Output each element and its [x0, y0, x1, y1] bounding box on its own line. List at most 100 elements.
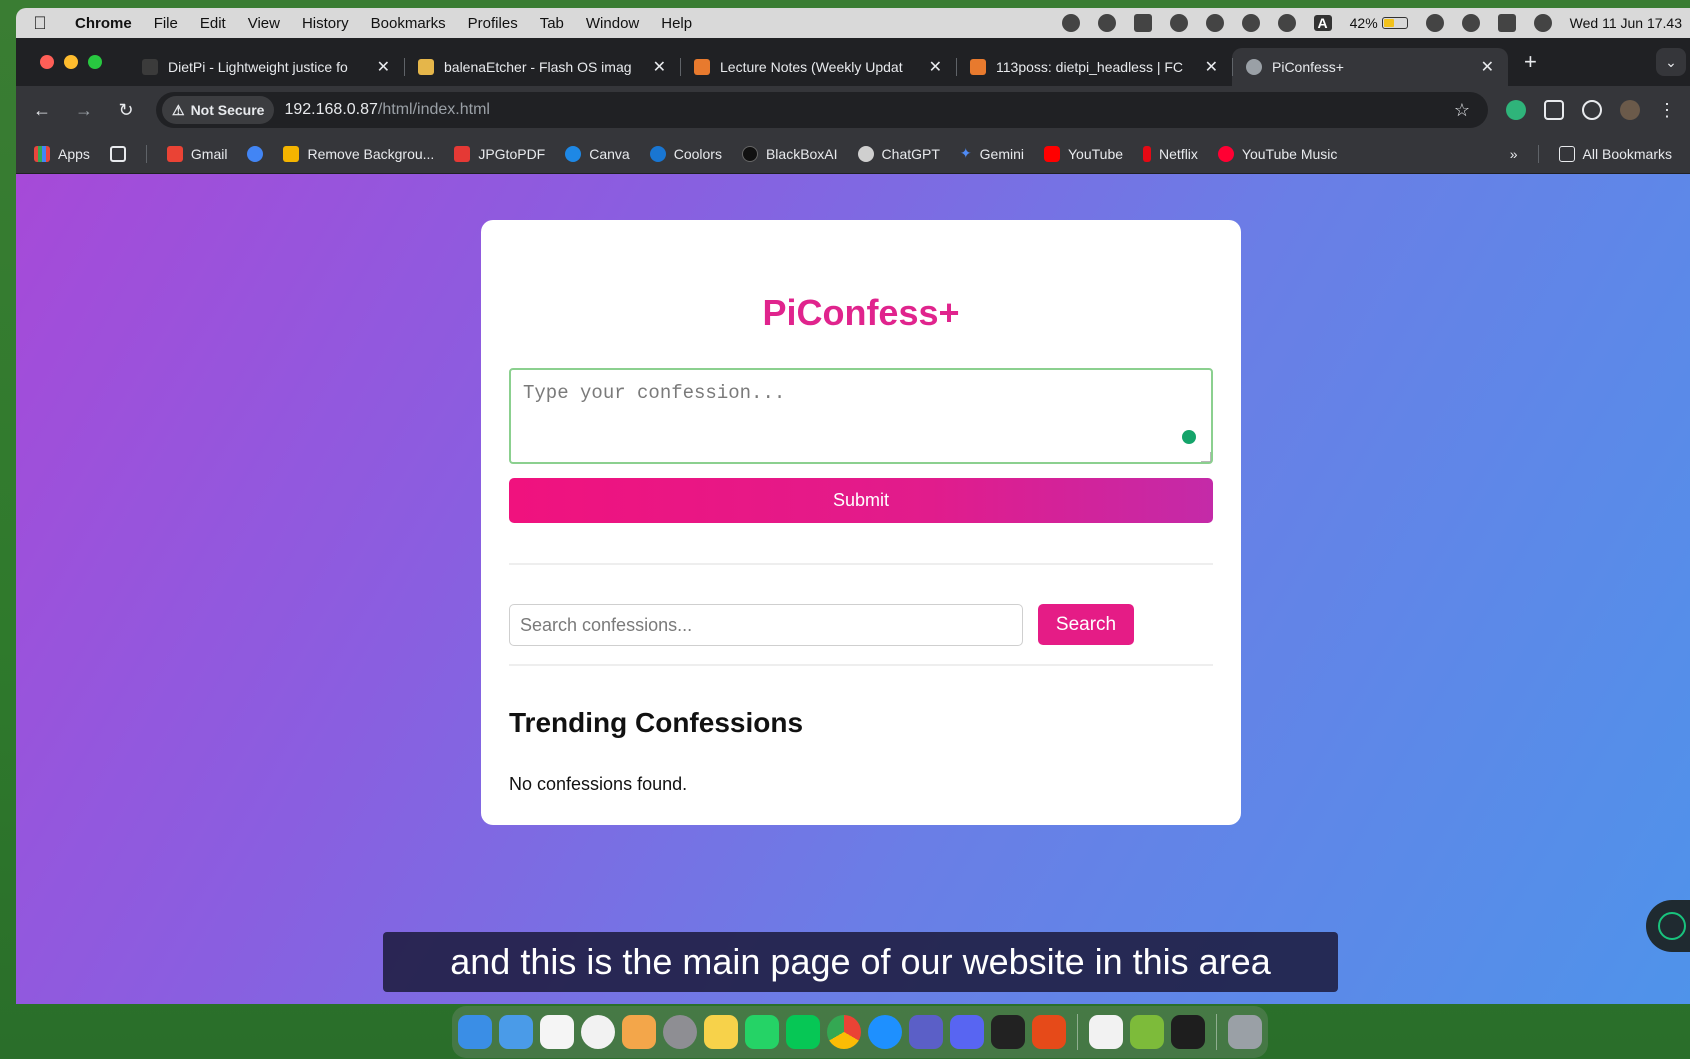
- bookmark-gmail[interactable]: Gmail: [166, 145, 227, 162]
- bookmark-youtube[interactable]: YouTube: [1044, 145, 1123, 162]
- photos-icon[interactable]: [622, 1015, 656, 1049]
- trash-icon[interactable]: [1228, 1015, 1262, 1049]
- forward-arrow-icon[interactable]: →: [72, 100, 96, 121]
- bookmark-apps[interactable]: Apps: [34, 145, 90, 162]
- menu-bookmarks[interactable]: Bookmarks: [360, 15, 457, 32]
- bookmark-google[interactable]: [247, 145, 264, 162]
- reload-icon[interactable]: ↻: [114, 100, 138, 121]
- tab-piconfess[interactable]: PiConfess+ ✕: [1232, 48, 1508, 86]
- address-bar[interactable]: ⚠ Not Secure 192.168.0.87/html/index.htm…: [156, 92, 1488, 128]
- tab-title: 113poss: dietpi_headless | FC: [996, 59, 1184, 75]
- close-tab-icon[interactable]: ✕: [653, 57, 666, 77]
- bookmark-chatgpt[interactable]: ChatGPT: [857, 145, 940, 162]
- battery-percent: 42%: [1349, 15, 1378, 31]
- menu-file[interactable]: File: [143, 15, 189, 32]
- tab-title: Lecture Notes (Weekly Updat: [720, 59, 903, 75]
- bookmark-blackboxai[interactable]: BlackBoxAI: [741, 145, 838, 162]
- input-source-indicator[interactable]: A: [1313, 15, 1332, 31]
- info-icon[interactable]: [1241, 14, 1260, 32]
- cube-app-icon[interactable]: [1130, 1015, 1164, 1049]
- globe-favicon-icon: [1246, 59, 1262, 75]
- bookmark-remove-background[interactable]: Remove Backgrou...: [283, 145, 434, 162]
- bookmark-jpgtopdf[interactable]: JPGtoPDF: [454, 145, 545, 162]
- terminal-icon[interactable]: [1171, 1015, 1205, 1049]
- tab-lecture-notes[interactable]: Lecture Notes (Weekly Updat ✕: [680, 48, 956, 86]
- grammarly-indicator-icon[interactable]: [1182, 430, 1196, 444]
- spotlight-search-icon[interactable]: [1425, 14, 1444, 32]
- battery-indicator[interactable]: 42%: [1350, 15, 1408, 31]
- office-icon[interactable]: [1032, 1015, 1066, 1049]
- line-icon[interactable]: [786, 1015, 820, 1049]
- zoom-window-icon[interactable]: [88, 55, 102, 69]
- browser-menu-icon[interactable]: ⋮: [1658, 100, 1676, 121]
- chatgpt-floating-button[interactable]: [1646, 900, 1690, 952]
- close-tab-icon[interactable]: ✕: [1205, 57, 1218, 77]
- resize-handle-icon[interactable]: [1201, 452, 1211, 462]
- menu-edit[interactable]: Edit: [189, 15, 237, 32]
- system-settings-icon[interactable]: [663, 1015, 697, 1049]
- bookmark-star-icon[interactable]: ☆: [1454, 100, 1470, 121]
- tab-dietpi[interactable]: DietPi - Lightweight justice fo ✕: [128, 48, 404, 86]
- play-icon[interactable]: [1169, 14, 1188, 32]
- close-window-icon[interactable]: [40, 55, 54, 69]
- bookmark-gemini[interactable]: ✦ Gemini: [960, 145, 1024, 162]
- security-label: Not Secure: [190, 102, 265, 118]
- discord-icon[interactable]: [950, 1015, 984, 1049]
- bookmark-netflix[interactable]: Netflix: [1143, 145, 1198, 162]
- bookmark-canva[interactable]: Canva: [565, 145, 630, 162]
- back-arrow-icon[interactable]: ←: [30, 100, 54, 121]
- control-center-icon[interactable]: [1497, 14, 1516, 32]
- submit-button[interactable]: Submit: [509, 478, 1213, 523]
- menu-tab[interactable]: Tab: [529, 15, 575, 32]
- accessibility-icon[interactable]: [1205, 14, 1224, 32]
- mail-icon[interactable]: [499, 1015, 533, 1049]
- apple-icon[interactable]: : [16, 13, 64, 34]
- menu-help[interactable]: Help: [650, 15, 703, 32]
- whatsapp-icon[interactable]: [745, 1015, 779, 1049]
- site-security-chip[interactable]: ⚠ Not Secure: [162, 96, 275, 124]
- line-status-icon[interactable]: [1097, 14, 1116, 32]
- wifi-icon[interactable]: [1461, 14, 1480, 32]
- close-tab-icon[interactable]: ✕: [929, 57, 942, 77]
- unity-icon[interactable]: [991, 1015, 1025, 1049]
- close-tab-icon[interactable]: ✕: [1481, 57, 1494, 77]
- bookmark-tab-groups[interactable]: [109, 145, 126, 162]
- warning-triangle-icon: ⚠: [172, 101, 185, 118]
- bookmark-coolors[interactable]: Coolors: [649, 145, 722, 162]
- bookmark-youtube-music[interactable]: YouTube Music: [1217, 145, 1337, 162]
- menu-window[interactable]: Window: [575, 15, 650, 32]
- tab-balenaetcher[interactable]: balenaEtcher - Flash OS imag ✕: [404, 48, 680, 86]
- chatgpt-logo-icon: [1658, 912, 1686, 940]
- search-input[interactable]: [509, 604, 1023, 646]
- clock-datetime[interactable]: Wed 11 Jun 17.43: [1570, 15, 1682, 31]
- menu-profiles[interactable]: Profiles: [457, 15, 529, 32]
- extensions-puzzle-icon[interactable]: [1544, 100, 1564, 120]
- menu-app-name[interactable]: Chrome: [64, 15, 143, 32]
- extension-green-icon[interactable]: [1506, 100, 1526, 120]
- new-tab-button[interactable]: +: [1508, 49, 1553, 75]
- all-bookmarks-button[interactable]: All Bookmarks: [1558, 145, 1672, 162]
- notes-icon[interactable]: [704, 1015, 738, 1049]
- textedit-icon[interactable]: [1089, 1015, 1123, 1049]
- menu-history[interactable]: History: [291, 15, 360, 32]
- record-icon[interactable]: [1061, 14, 1080, 32]
- search-button[interactable]: Search: [1038, 604, 1134, 645]
- chrome-icon[interactable]: [827, 1015, 861, 1049]
- tab-dietpi-headless[interactable]: 113poss: dietpi_headless | FC ✕: [956, 48, 1232, 86]
- safari-icon[interactable]: [868, 1015, 902, 1049]
- minimize-window-icon[interactable]: [64, 55, 78, 69]
- siri-icon[interactable]: [1533, 14, 1552, 32]
- profile-avatar[interactable]: [1620, 100, 1640, 120]
- bookmarks-overflow-button[interactable]: »: [1510, 146, 1518, 162]
- bluetooth-icon[interactable]: [1277, 14, 1296, 32]
- calendar-icon[interactable]: [540, 1015, 574, 1049]
- confession-textarea[interactable]: [509, 368, 1213, 464]
- performance-icon[interactable]: [1582, 100, 1602, 120]
- finder-icon[interactable]: [458, 1015, 492, 1049]
- clock-icon[interactable]: [581, 1015, 615, 1049]
- close-tab-icon[interactable]: ✕: [377, 57, 390, 77]
- teams-icon[interactable]: [909, 1015, 943, 1049]
- tab-search-chevron-icon[interactable]: ⌄: [1656, 48, 1686, 76]
- menu-view[interactable]: View: [237, 15, 291, 32]
- screen-mirror-icon[interactable]: [1133, 14, 1152, 32]
